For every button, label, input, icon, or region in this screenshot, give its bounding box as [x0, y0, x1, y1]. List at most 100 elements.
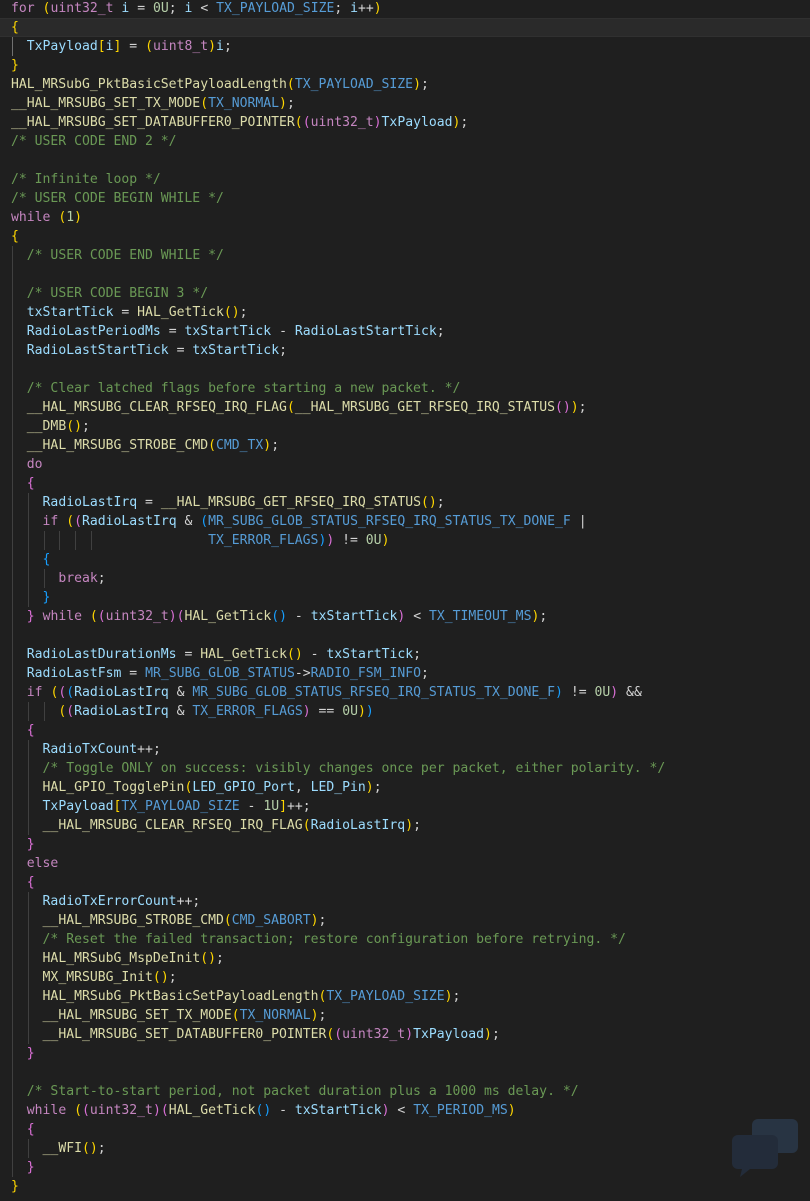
code-line-text: if ((RadioLastIrq & (MR_SUBG_GLOB_STATUS… [42, 513, 587, 529]
code-line-text: __HAL_MRSUBG_CLEAR_RFSEQ_IRQ_FLAG(__HAL_… [26, 399, 587, 415]
code-line[interactable]: } [0, 1044, 810, 1063]
code-line[interactable]: } while ((uint32_t)(HAL_GetTick() - txSt… [0, 607, 810, 626]
code-line-text: __HAL_MRSUBG_SET_TX_MODE(TX_NORMAL); [42, 1007, 327, 1023]
code-line[interactable]: for (uint32_t i = 0U; i < TX_PAYLOAD_SIZ… [0, 0, 810, 18]
code-line[interactable]: /* Infinite loop */ [0, 170, 810, 189]
code-line-text: HAL_MRSubG_MspDeInit(); [42, 950, 224, 966]
code-line[interactable]: } [0, 588, 810, 607]
code-line[interactable] [0, 360, 810, 379]
code-line-text: for (uint32_t i = 0U; i < TX_PAYLOAD_SIZ… [11, 0, 382, 16]
code-line[interactable]: if ((RadioLastIrq & (MR_SUBG_GLOB_STATUS… [0, 512, 810, 531]
code-line[interactable]: } [0, 835, 810, 854]
code-line[interactable] [0, 1063, 810, 1082]
code-line[interactable]: } [0, 56, 810, 75]
code-line[interactable]: { [0, 227, 810, 246]
code-line[interactable]: RadioLastDurationMs = HAL_GetTick() - tx… [0, 645, 810, 664]
code-line-text: while ((uint32_t)(HAL_GetTick() - txStar… [26, 1102, 516, 1118]
code-line[interactable]: HAL_MRSubG_PktBasicSetPayloadLength(TX_P… [0, 75, 810, 94]
code-line-text: /* Infinite loop */ [11, 171, 161, 187]
code-line[interactable]: HAL_GPIO_TogglePin(LED_GPIO_Port, LED_Pi… [0, 778, 810, 797]
code-line-text: __HAL_MRSUBG_SET_DATABUFFER0_POINTER((ui… [42, 1026, 500, 1042]
code-line[interactable]: RadioTxCount++; [0, 740, 810, 759]
code-line-text: { [42, 551, 51, 567]
code-line[interactable] [0, 626, 810, 645]
code-line[interactable]: RadioLastStartTick = txStartTick; [0, 341, 810, 360]
code-line[interactable]: /* Clear latched flags before starting a… [0, 379, 810, 398]
code-line[interactable]: __HAL_MRSUBG_SET_TX_MODE(TX_NORMAL); [0, 94, 810, 113]
code-line-text: __DMB(); [26, 418, 90, 434]
code-line[interactable]: ((RadioLastIrq & TX_ERROR_FLAGS) == 0U)) [0, 702, 810, 721]
code-line[interactable]: break; [0, 569, 810, 588]
code-line[interactable]: __HAL_MRSUBG_SET_TX_MODE(TX_NORMAL); [0, 1006, 810, 1025]
code-line[interactable]: { [0, 550, 810, 569]
code-line-text: { [26, 874, 35, 890]
code-line[interactable]: /* Toggle ONLY on success: visibly chang… [0, 759, 810, 778]
code-line[interactable]: /* USER CODE END 2 */ [0, 132, 810, 151]
code-line-text: TxPayload[TX_PAYLOAD_SIZE - 1U]++; [42, 798, 311, 814]
code-line[interactable]: TX_ERROR_FLAGS)) != 0U) [0, 531, 810, 550]
code-line[interactable]: RadioLastPeriodMs = txStartTick - RadioL… [0, 322, 810, 341]
code-line[interactable]: __HAL_MRSUBG_CLEAR_RFSEQ_IRQ_FLAG(RadioL… [0, 816, 810, 835]
code-line[interactable]: MX_MRSUBG_Init(); [0, 968, 810, 987]
code-line-text: RadioTxCount++; [42, 741, 161, 757]
code-line[interactable]: { [0, 721, 810, 740]
watermark-logo-icon [732, 1119, 798, 1177]
code-line-text: RadioLastDurationMs = HAL_GetTick() - tx… [26, 646, 422, 662]
code-line[interactable]: __HAL_MRSUBG_SET_DATABUFFER0_POINTER((ui… [0, 1025, 810, 1044]
code-line-text: /* USER CODE END WHILE */ [26, 247, 224, 263]
code-line[interactable]: __HAL_MRSUBG_CLEAR_RFSEQ_IRQ_FLAG(__HAL_… [0, 398, 810, 417]
code-line[interactable]: { [0, 1120, 810, 1139]
code-line[interactable]: else [0, 854, 810, 873]
code-line-text: TX_ERROR_FLAGS)) != 0U) [208, 532, 390, 548]
code-line-text: HAL_MRSubG_PktBasicSetPayloadLength(TX_P… [42, 988, 461, 1004]
code-line-text: RadioTxErrorCount++; [42, 893, 201, 909]
code-line[interactable]: HAL_MRSubG_MspDeInit(); [0, 949, 810, 968]
code-line[interactable]: { [0, 474, 810, 493]
code-line[interactable]: /* Reset the failed transaction; restore… [0, 930, 810, 949]
code-line[interactable]: /* USER CODE BEGIN 3 */ [0, 284, 810, 303]
code-line-text: /* Start-to-start period, not packet dur… [26, 1083, 579, 1099]
code-line[interactable]: __WFI(); [0, 1139, 810, 1158]
code-line[interactable]: __HAL_MRSUBG_STROBE_CMD(CMD_TX); [0, 436, 810, 455]
code-line-text: } [26, 1045, 35, 1061]
code-line[interactable]: TxPayload[i] = (uint8_t)i; [0, 37, 810, 56]
code-line-text: /* Toggle ONLY on success: visibly chang… [42, 760, 666, 776]
code-line[interactable]: __DMB(); [0, 417, 810, 436]
code-line[interactable]: RadioLastFsm = MR_SUBG_GLOB_STATUS->RADI… [0, 664, 810, 683]
code-line-text: } [11, 57, 19, 73]
code-line[interactable]: /* USER CODE END WHILE */ [0, 246, 810, 265]
code-line[interactable]: RadioTxErrorCount++; [0, 892, 810, 911]
code-line[interactable]: { [0, 873, 810, 892]
code-line[interactable]: txStartTick = HAL_GetTick(); [0, 303, 810, 322]
code-line[interactable]: } [0, 1158, 810, 1177]
code-line[interactable]: RadioLastIrq = __HAL_MRSUBG_GET_RFSEQ_IR… [0, 493, 810, 512]
code-line-text: RadioLastFsm = MR_SUBG_GLOB_STATUS->RADI… [26, 665, 429, 681]
code-line-text: } [26, 1159, 35, 1175]
code-line[interactable]: while ((uint32_t)(HAL_GetTick() - txStar… [0, 1101, 810, 1120]
code-line[interactable]: } [0, 1177, 810, 1196]
code-line-text: __HAL_MRSUBG_SET_DATABUFFER0_POINTER((ui… [11, 114, 469, 130]
code-line[interactable]: do [0, 455, 810, 474]
code-line[interactable]: __HAL_MRSUBG_SET_DATABUFFER0_POINTER((ui… [0, 113, 810, 132]
code-line[interactable]: /* Start-to-start period, not packet dur… [0, 1082, 810, 1101]
code-line-text: /* USER CODE BEGIN 3 */ [26, 285, 209, 301]
code-line-text: txStartTick = HAL_GetTick(); [26, 304, 248, 320]
code-line[interactable]: while (1) [0, 208, 810, 227]
code-line[interactable]: TxPayload[TX_PAYLOAD_SIZE - 1U]++; [0, 797, 810, 816]
code-line[interactable]: { [0, 17, 810, 37]
code-line[interactable] [0, 151, 810, 170]
code-line[interactable]: /* USER CODE BEGIN WHILE */ [0, 189, 810, 208]
code-line-text: /* USER CODE END 2 */ [11, 133, 177, 149]
code-editor[interactable]: for (uint32_t i = 0U; i < TX_PAYLOAD_SIZ… [0, 0, 810, 1201]
code-line-text: } [26, 836, 35, 852]
code-line[interactable]: HAL_MRSubG_PktBasicSetPayloadLength(TX_P… [0, 987, 810, 1006]
code-line[interactable]: if (((RadioLastIrq & MR_SUBG_GLOB_STATUS… [0, 683, 810, 702]
code-line-text: } [11, 1178, 19, 1194]
code-line-text: __HAL_MRSUBG_SET_TX_MODE(TX_NORMAL); [11, 95, 295, 111]
code-line-text: { [26, 475, 35, 491]
code-line-text: /* USER CODE BEGIN WHILE */ [11, 190, 224, 206]
code-line[interactable]: __HAL_MRSUBG_STROBE_CMD(CMD_SABORT); [0, 911, 810, 930]
code-line-text: ((RadioLastIrq & TX_ERROR_FLAGS) == 0U)) [58, 703, 374, 719]
code-line-text: { [11, 19, 19, 35]
code-line[interactable] [0, 265, 810, 284]
